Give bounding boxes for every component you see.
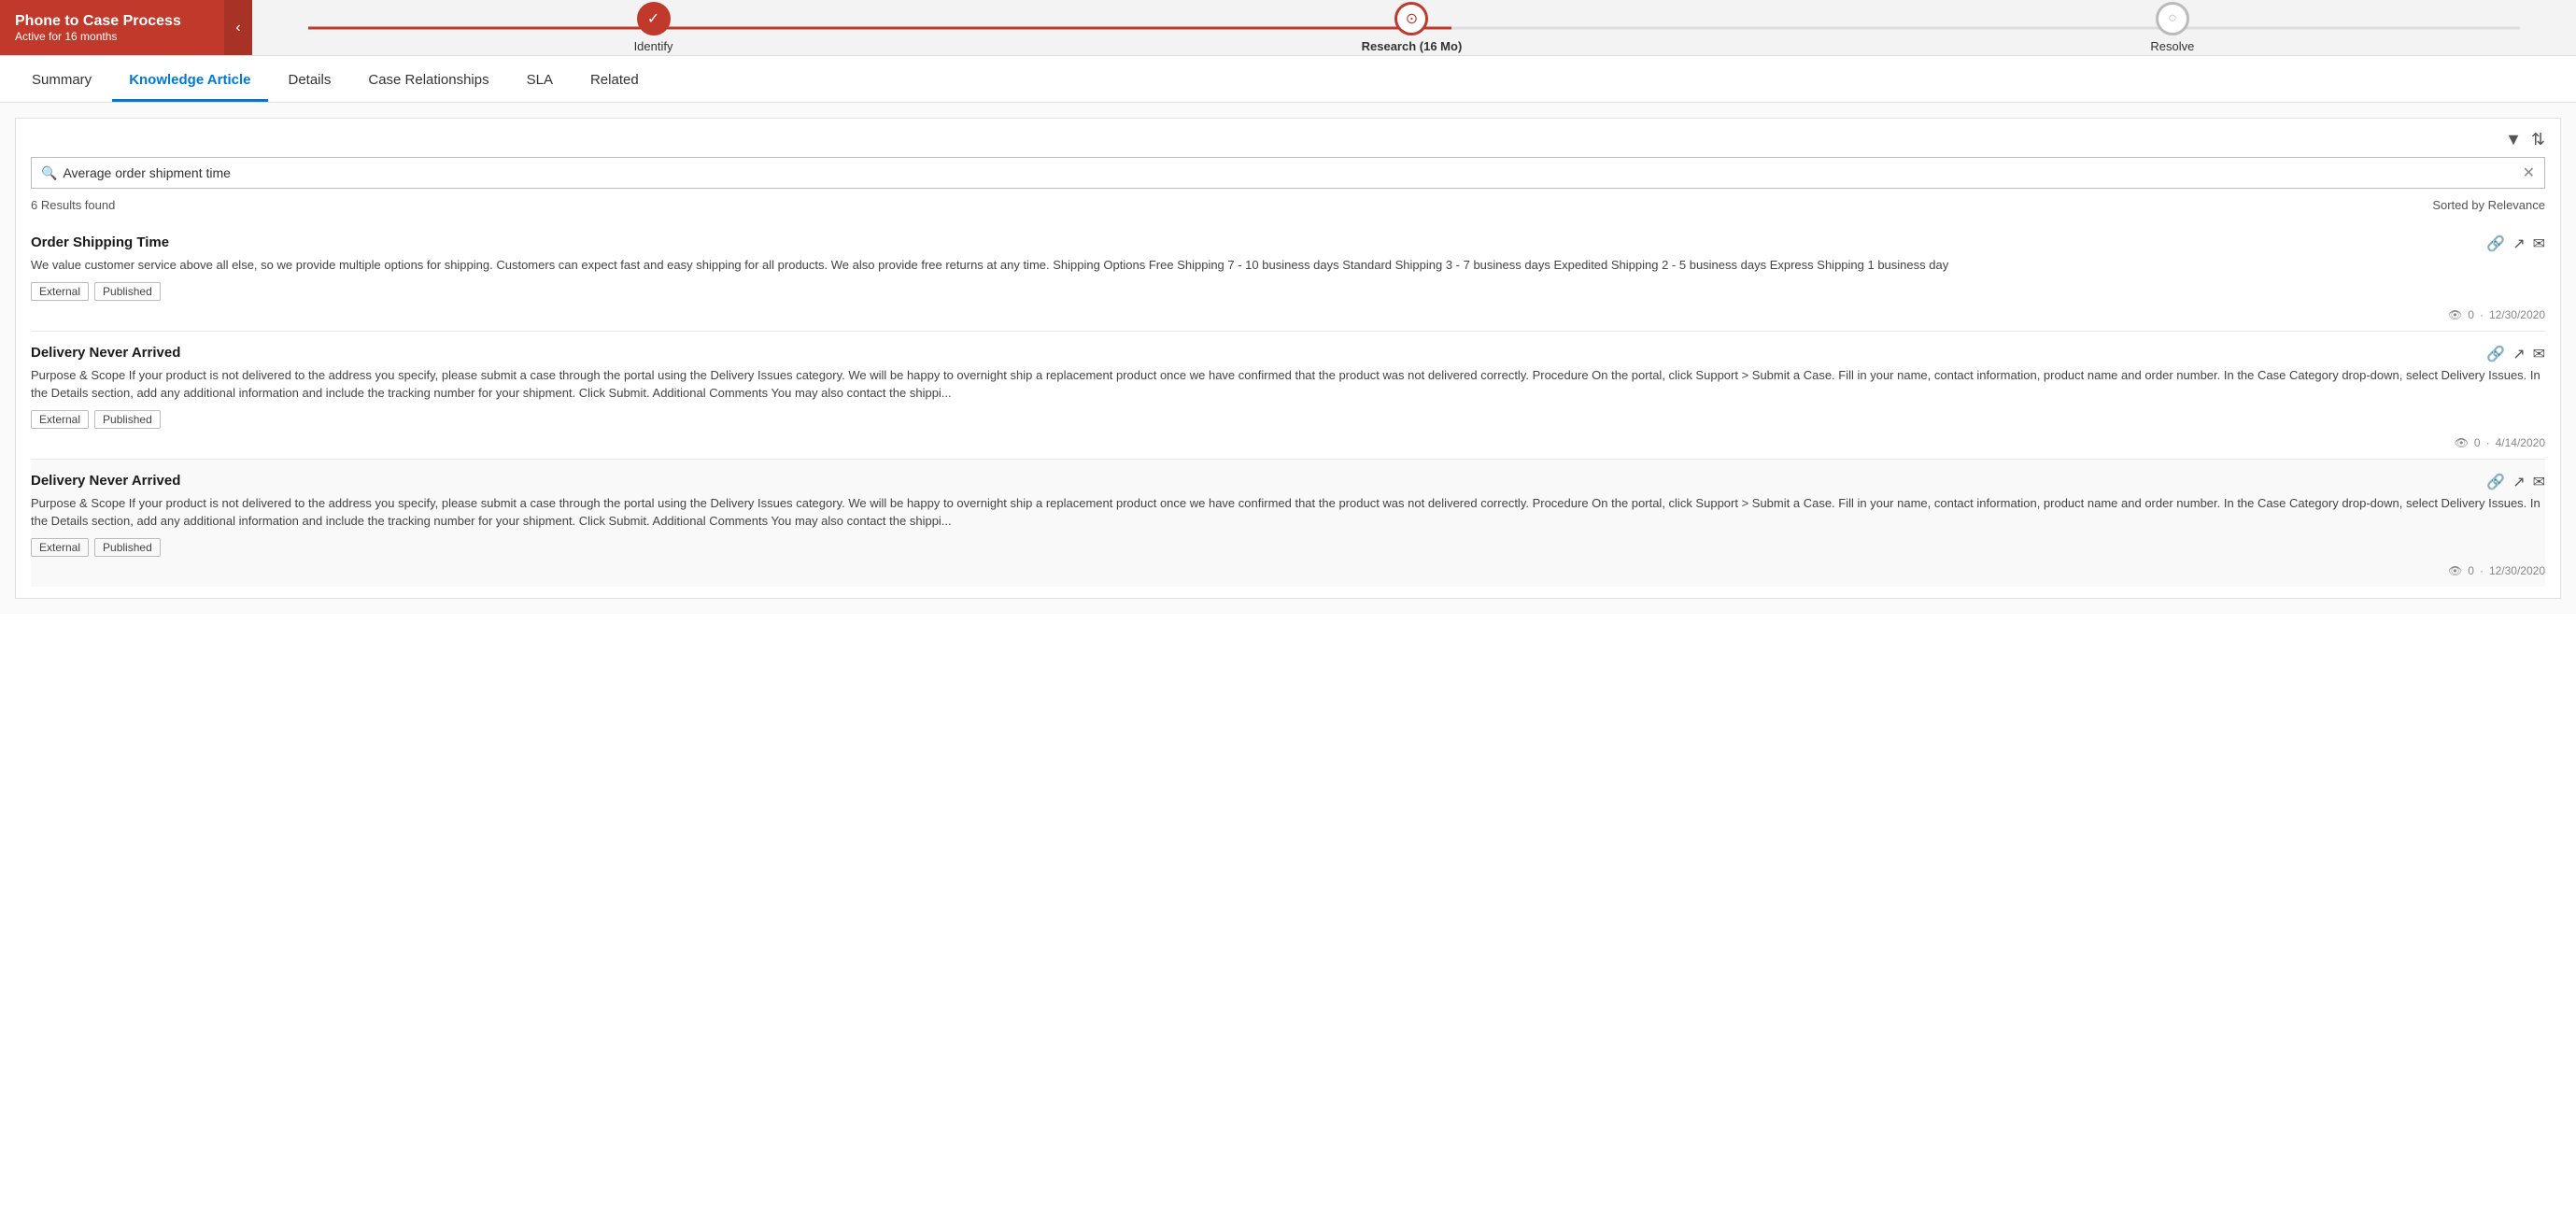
article-actions: 🔗 ↗ ✉ [2486,473,2545,491]
article-date: 12/30/2020 [2489,564,2545,577]
process-bar: Phone to Case Process Active for 16 mont… [0,0,2576,56]
tag-published: Published [94,410,161,429]
tag-external: External [31,538,89,557]
search-input[interactable] [63,165,2522,180]
article-body: Purpose & Scope If your product is not d… [31,494,2545,531]
view-icon: 👁 [2455,436,2469,449]
process-collapse-button[interactable]: ‹ [224,0,252,55]
article-tags: External Published [31,538,2545,557]
article-email-icon[interactable]: ✉ [2533,473,2545,491]
article-email-icon[interactable]: ✉ [2533,345,2545,363]
results-count: 6 Results found [31,198,115,212]
main-content: ▼ ⇅ 🔍 ✕ 6 Results found Sorted by Releva… [0,103,2576,614]
article-actions: 🔗 ↗ ✉ [2486,345,2545,363]
tab-related[interactable]: Related [573,61,656,102]
toolbar-row: ▼ ⇅ [31,130,2545,149]
article-header: Delivery Never Arrived 🔗 ↗ ✉ [31,473,2545,494]
article-meta: 👁 0 · 4/14/2020 [31,436,2545,449]
article-date: 4/14/2020 [2496,436,2545,449]
filter-icon[interactable]: ▼ [2505,130,2522,149]
tab-sla[interactable]: SLA [510,61,570,102]
knowledge-panel: ▼ ⇅ 🔍 ✕ 6 Results found Sorted by Releva… [15,118,2561,599]
article-open-icon[interactable]: ↗ [2512,345,2525,363]
process-title: Phone to Case Process Active for 16 mont… [0,0,224,55]
process-step-research[interactable]: ⊙ Research (16 Mo) [1362,2,1463,53]
tab-knowledge-article[interactable]: Knowledge Article [112,61,267,102]
article-header: Order Shipping Time 🔗 ↗ ✉ [31,234,2545,256]
meta-separator: · [2480,564,2484,577]
article-date: 12/30/2020 [2489,308,2545,321]
process-title-main: Phone to Case Process [15,13,209,30]
article-tags: External Published [31,410,2545,429]
view-icon: 👁 [2448,564,2462,577]
step-label-identify: Identify [634,39,673,53]
process-step-identify[interactable]: ✓ Identify [634,2,673,53]
search-magnifier-icon: 🔍 [41,165,57,181]
search-clear-icon[interactable]: ✕ [2523,163,2535,182]
tag-published: Published [94,538,161,557]
article-header: Delivery Never Arrived 🔗 ↗ ✉ [31,345,2545,366]
article-link-icon[interactable]: 🔗 [2486,345,2505,363]
process-line-active [308,26,1451,29]
tab-summary[interactable]: Summary [15,61,108,102]
article-open-icon[interactable]: ↗ [2512,473,2525,491]
view-count: 0 [2468,564,2474,577]
article-item: Order Shipping Time 🔗 ↗ ✉ We value custo… [31,221,2545,332]
view-count: 0 [2474,436,2481,449]
article-meta: 👁 0 · 12/30/2020 [31,308,2545,321]
meta-separator: · [2480,308,2484,321]
tab-case-relationships[interactable]: Case Relationships [351,61,505,102]
article-link-icon[interactable]: 🔗 [2486,473,2505,491]
step-circle-identify: ✓ [637,2,671,35]
tag-published: Published [94,282,161,301]
article-title: Delivery Never Arrived [31,345,180,361]
article-body: Purpose & Scope If your product is not d… [31,366,2545,403]
article-actions: 🔗 ↗ ✉ [2486,234,2545,253]
article-title: Delivery Never Arrived [31,473,180,489]
article-meta: 👁 0 · 12/30/2020 [31,564,2545,577]
search-bar: 🔍 ✕ [31,157,2545,189]
sorted-by: Sorted by Relevance [2432,198,2545,212]
article-item: Delivery Never Arrived 🔗 ↗ ✉ Purpose & S… [31,460,2545,587]
article-title: Order Shipping Time [31,234,169,250]
article-item: Delivery Never Arrived 🔗 ↗ ✉ Purpose & S… [31,332,2545,460]
tag-external: External [31,282,89,301]
article-link-icon[interactable]: 🔗 [2486,234,2505,253]
article-email-icon[interactable]: ✉ [2533,234,2545,253]
process-steps: ✓ Identify ⊙ Research (16 Mo) ○ Resolve [252,2,2576,53]
view-icon: 👁 [2448,308,2462,321]
tab-details[interactable]: Details [272,61,348,102]
process-step-resolve[interactable]: ○ Resolve [2150,2,2194,53]
process-title-sub: Active for 16 months [15,30,209,43]
tag-external: External [31,410,89,429]
nav-tabs: Summary Knowledge Article Details Case R… [0,56,2576,103]
results-info: 6 Results found Sorted by Relevance [31,198,2545,212]
step-label-resolve: Resolve [2150,39,2194,53]
step-circle-research: ⊙ [1394,2,1428,35]
article-open-icon[interactable]: ↗ [2512,234,2525,253]
article-tags: External Published [31,282,2545,301]
sort-icon[interactable]: ⇅ [2531,130,2545,149]
article-body: We value customer service above all else… [31,256,2545,275]
step-circle-resolve: ○ [2156,2,2189,35]
meta-separator: · [2486,436,2490,449]
view-count: 0 [2468,308,2474,321]
step-label-research: Research (16 Mo) [1362,39,1463,53]
